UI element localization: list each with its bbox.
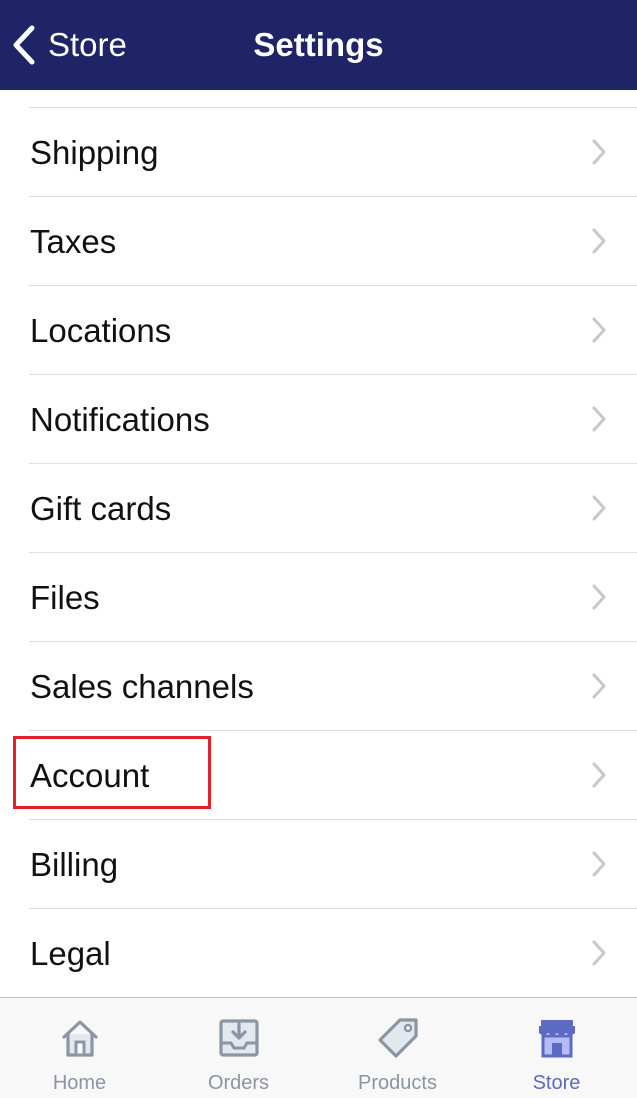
chevron-right-icon — [592, 228, 606, 254]
settings-item-taxes[interactable]: Taxes — [0, 197, 637, 286]
chevron-right-icon — [592, 317, 606, 343]
settings-item-notifications[interactable]: Notifications — [0, 375, 637, 464]
tab-orders[interactable]: Orders — [159, 998, 318, 1098]
settings-item-locations[interactable]: Locations — [0, 286, 637, 375]
home-icon — [61, 1020, 98, 1057]
settings-item-label: Gift cards — [30, 489, 172, 527]
back-button[interactable]: Store — [12, 0, 127, 90]
tab-label: Home — [52, 1072, 107, 1094]
settings-item-label: Sales channels — [30, 667, 254, 705]
chevron-right-icon — [592, 940, 606, 966]
settings-list: Shipping Taxes Locations Notifications G… — [0, 90, 637, 998]
chevron-right-icon — [592, 139, 606, 165]
chevron-right-icon — [592, 762, 606, 788]
store-icon — [538, 1020, 575, 1058]
chevron-right-icon — [592, 406, 606, 432]
settings-item-label: Locations — [30, 311, 172, 349]
settings-item-label: Files — [30, 578, 100, 616]
chevron-left-icon — [13, 25, 35, 65]
settings-item-label: Notifications — [30, 400, 210, 438]
chevron-right-icon — [592, 673, 606, 699]
tab-label: Products — [358, 1072, 437, 1094]
tag-icon — [377, 1018, 418, 1058]
chevron-right-icon — [592, 851, 606, 877]
chevron-right-icon — [592, 584, 606, 610]
settings-item-billing[interactable]: Billing — [0, 820, 637, 909]
back-label: Store — [48, 26, 127, 63]
tab-home[interactable]: Home — [0, 998, 159, 1098]
settings-item-shipping[interactable]: Shipping — [0, 108, 637, 197]
orders-icon — [218, 1019, 259, 1057]
chevron-right-icon — [592, 495, 606, 521]
settings-item-sales-channels[interactable]: Sales channels — [0, 642, 637, 731]
settings-item-account[interactable]: Account — [0, 731, 637, 820]
settings-item-legal[interactable]: Legal — [0, 909, 637, 998]
settings-item-label: Shipping — [30, 133, 159, 171]
settings-item-label: Account — [30, 756, 150, 794]
tab-store[interactable]: Store — [477, 998, 636, 1098]
settings-item-files[interactable]: Files — [0, 553, 637, 642]
tab-label: Orders — [207, 1072, 270, 1094]
tab-label: Store — [532, 1072, 581, 1094]
navigation-bar: Store Settings — [0, 0, 637, 90]
settings-item-label: Taxes — [30, 222, 117, 260]
settings-item-label: Legal — [30, 934, 111, 972]
tab-products[interactable]: Products — [318, 998, 477, 1098]
tab-bar: Home Orders Products Store — [0, 997, 637, 1098]
settings-item-label: Billing — [30, 845, 119, 883]
settings-item-gift-cards[interactable]: Gift cards — [0, 464, 637, 553]
